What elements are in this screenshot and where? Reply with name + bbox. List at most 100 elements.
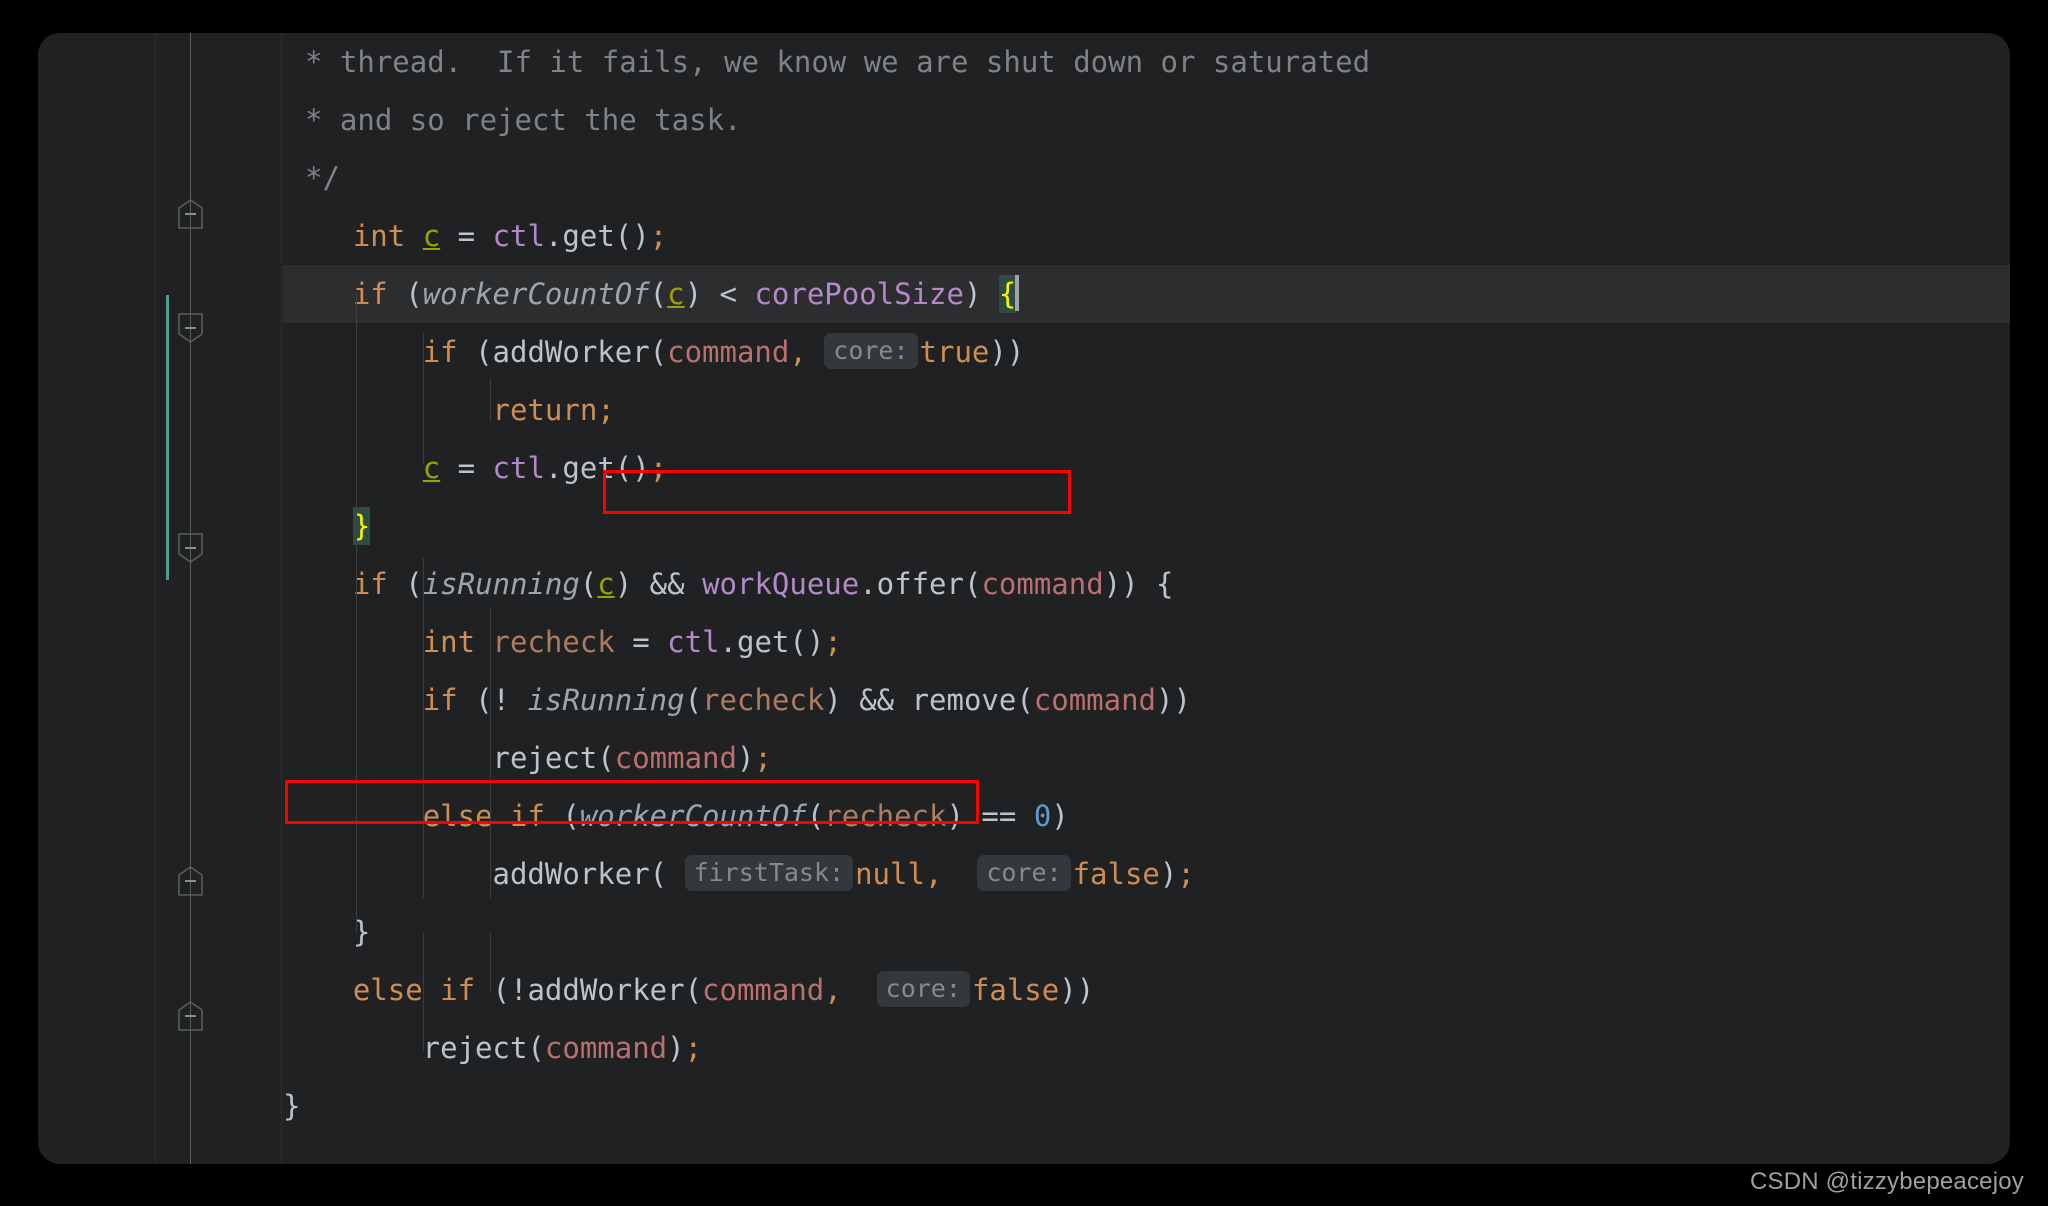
- code-token: (!: [457, 683, 528, 717]
- code-token: ctl: [492, 451, 545, 485]
- code-line[interactable]: * and so reject the task.: [283, 91, 2010, 149]
- code-line[interactable]: }: [283, 497, 2010, 555]
- code-token: command: [702, 973, 825, 1007]
- code-token: recheck: [492, 625, 615, 659]
- code-token: c: [667, 277, 685, 311]
- code-line-content: }: [283, 1077, 300, 1135]
- code-token: ,: [924, 857, 943, 891]
- code-token: if: [422, 335, 458, 369]
- code-token: (addWorker(: [457, 335, 668, 369]
- code-line-content: if (workerCountOf(c) < corePoolSize) {: [283, 265, 1020, 323]
- code-line-content: c = ctl.get();: [283, 439, 667, 497]
- code-token: workQueue: [702, 567, 860, 601]
- code-token: ) && remove(: [824, 683, 1034, 717]
- code-token: command: [981, 567, 1104, 601]
- code-token: }: [283, 1089, 301, 1123]
- code-text-area[interactable]: * thread. If it fails, we know we are sh…: [283, 33, 2010, 1164]
- code-token: c: [422, 219, 441, 253]
- code-token: =: [440, 219, 493, 253]
- code-line-content: * thread. If it fails, we know we are sh…: [305, 33, 1370, 91]
- code-line[interactable]: if (! isRunning(recheck) && remove(comma…: [283, 671, 2010, 729]
- matched-brace: }: [352, 507, 371, 545]
- code-token: ;: [684, 1031, 703, 1065]
- code-line[interactable]: int recheck = ctl.get();: [283, 613, 2010, 671]
- code-token: ,: [824, 973, 842, 1007]
- code-token: else if: [352, 973, 476, 1007]
- code-token: ): [736, 741, 755, 775]
- code-token: recheck: [824, 799, 947, 833]
- code-token: ctl: [667, 625, 720, 659]
- fold-marker-icon[interactable]: [178, 866, 203, 896]
- code-token: true: [919, 335, 990, 369]
- fold-marker-icon[interactable]: [178, 313, 203, 343]
- code-token: .offer(: [859, 567, 982, 601]
- code-token: )): [989, 335, 1025, 369]
- code-line[interactable]: */: [283, 149, 2010, 207]
- code-line-content: if (! isRunning(recheck) && remove(comma…: [283, 671, 1191, 729]
- code-token: workerCountOf: [579, 799, 807, 833]
- code-token: command: [1033, 683, 1157, 717]
- code-token: ): [1051, 799, 1069, 833]
- code-token: command: [544, 1031, 668, 1065]
- editor-gutter[interactable]: [38, 33, 283, 1164]
- code-line[interactable]: addWorker( firstTask: null, core: false);: [283, 845, 2010, 903]
- code-line[interactable]: if (isRunning(c) && workQueue.offer(comm…: [283, 555, 2010, 613]
- inlay-parameter-hint: firstTask:: [684, 855, 854, 891]
- code-token: return: [492, 393, 598, 427]
- code-line[interactable]: c = ctl.get();: [283, 439, 2010, 497]
- screenshot-root: * thread. If it fails, we know we are sh…: [0, 0, 2048, 1206]
- code-editor-panel[interactable]: * thread. If it fails, we know we are sh…: [38, 33, 2010, 1164]
- code-token: ): [1159, 857, 1178, 891]
- code-token: 0: [1033, 799, 1052, 833]
- code-token: int: [422, 625, 476, 659]
- vcs-changed-lines-marker[interactable]: [166, 295, 169, 580]
- code-token: )) {: [1103, 567, 1174, 601]
- code-line[interactable]: }: [283, 903, 2010, 961]
- code-line[interactable]: if (addWorker(command, core: true)): [283, 323, 2010, 381]
- code-token: if: [352, 277, 388, 311]
- code-line[interactable]: reject(command);: [283, 1019, 2010, 1077]
- code-line[interactable]: else if (!addWorker(command, core: false)…: [283, 961, 2010, 1019]
- code-line[interactable]: reject(command);: [283, 729, 2010, 787]
- fold-region-line-tail: [190, 1031, 191, 1164]
- code-token: reject(: [283, 1031, 545, 1065]
- code-line[interactable]: }: [283, 1077, 2010, 1135]
- code-token: )): [1156, 683, 1191, 717]
- code-token: false: [1072, 857, 1160, 891]
- fold-marker-icon[interactable]: [178, 533, 203, 563]
- code-token: ) ==: [946, 799, 1034, 833]
- code-line[interactable]: * thread. If it fails, we know we are sh…: [283, 33, 2010, 91]
- code-token: (: [387, 277, 423, 311]
- code-token: command: [667, 335, 790, 369]
- code-token: ;: [754, 741, 772, 775]
- code-token: ;: [1177, 857, 1195, 891]
- code-token: corePoolSize: [754, 277, 964, 311]
- code-line[interactable]: return;: [283, 381, 2010, 439]
- code-line[interactable]: int c = ctl.get();: [283, 207, 2010, 265]
- code-line-content: else if (workerCountOf(recheck) == 0): [283, 787, 1069, 845]
- code-token: isRunning: [422, 567, 580, 601]
- code-line-content: * and so reject the task.: [305, 91, 742, 149]
- code-line-content: }: [283, 497, 371, 555]
- text-caret[interactable]: [1015, 275, 1020, 311]
- code-token: (: [544, 799, 580, 833]
- code-line[interactable]: if (workerCountOf(c) < corePoolSize) {: [283, 265, 2010, 323]
- code-line-content: reject(command);: [283, 1019, 702, 1077]
- code-token: ;: [649, 451, 668, 485]
- code-line-content: }: [283, 903, 370, 961]
- code-token: if: [422, 683, 458, 717]
- code-token: isRunning: [527, 683, 685, 717]
- code-line[interactable]: else if (workerCountOf(recheck) == 0): [283, 787, 2010, 845]
- fold-marker-icon[interactable]: [178, 1001, 203, 1031]
- fold-marker-icon[interactable]: [178, 199, 203, 229]
- code-token: */: [305, 161, 340, 195]
- code-token: c: [422, 451, 441, 485]
